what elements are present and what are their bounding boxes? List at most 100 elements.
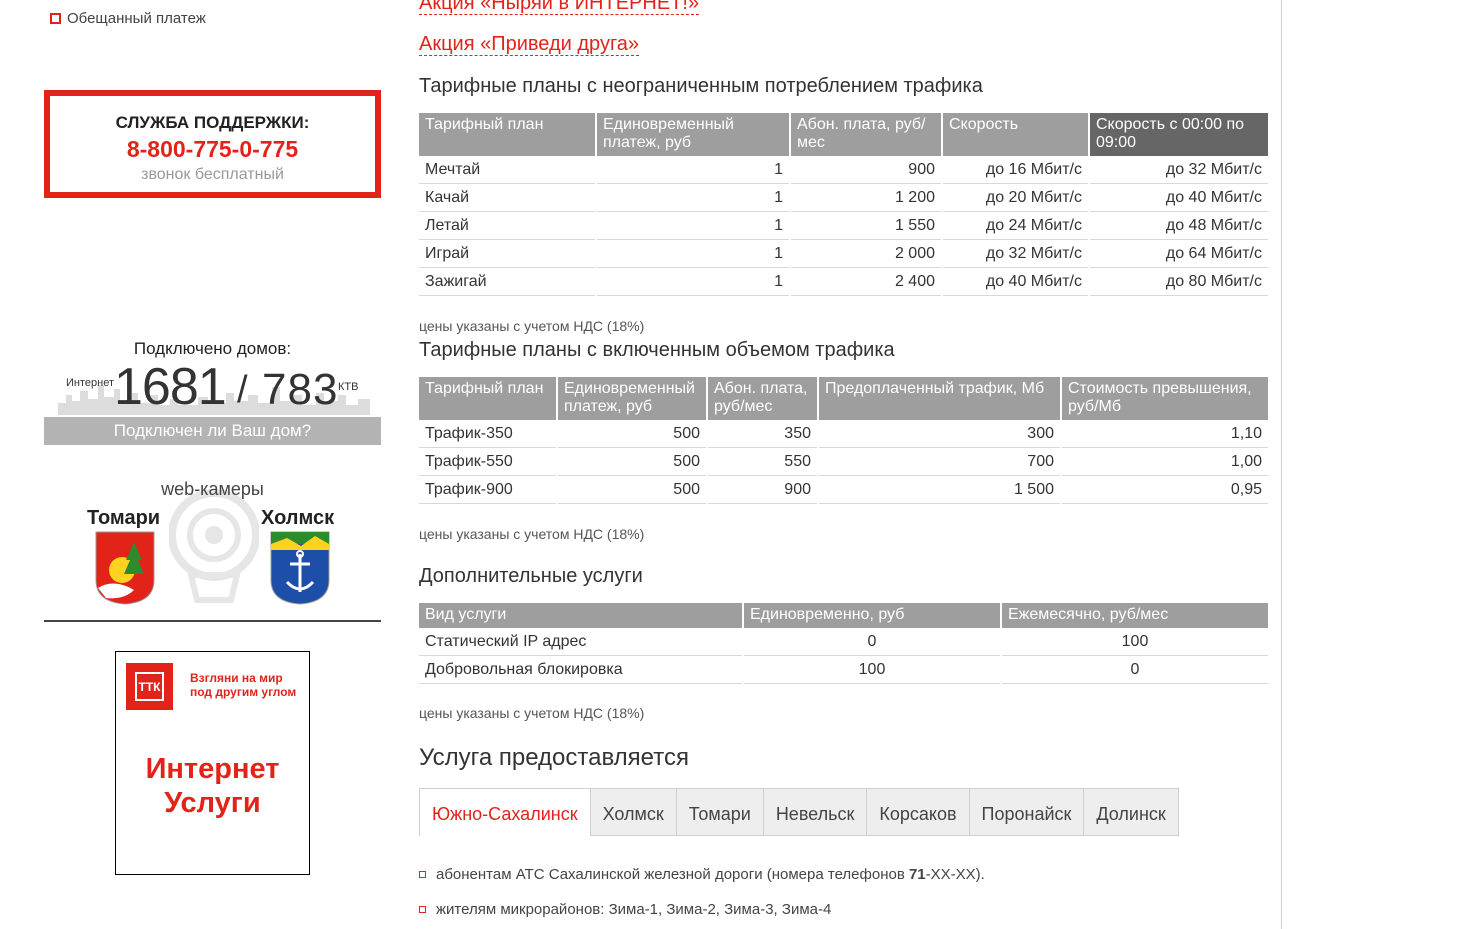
table-cell: Трафик-550 — [419, 447, 558, 476]
table-cell: 1 — [596, 183, 791, 212]
col-header: Абон. плата, руб/мес — [707, 377, 819, 420]
table-cell: до 48 Мбит/с — [1089, 211, 1268, 240]
table-cell: 2 000 — [790, 239, 943, 268]
support-phone[interactable]: 8-800-775-0-775 — [50, 136, 375, 163]
table-cell: до 80 Мбит/с — [1089, 267, 1268, 296]
webcams-widget: web-камеры Томари Холмск — [44, 475, 381, 622]
tab-nevelsk[interactable]: Невельск — [763, 788, 868, 836]
col-header: Тарифный план — [419, 113, 597, 156]
table-cell: 1 200 — [790, 183, 943, 212]
table-cell: 100 — [743, 655, 1002, 684]
webcam-city-kholmsk[interactable]: Холмск — [261, 507, 334, 530]
table-cell: до 40 Мбит/с — [1089, 183, 1268, 212]
promo-refer-friend-link[interactable]: Акция «Приведи друга» — [419, 33, 640, 56]
vat-note: цены указаны с учетом НДС (18%) — [419, 526, 645, 542]
list-item: абонентам АТС Сахалинской железной дорог… — [419, 866, 985, 883]
col-header: Тарифный план — [419, 377, 558, 420]
table-row: Мечтай 1 900 до 16 Мбит/с до 32 Мбит/с — [419, 156, 1268, 184]
table-cell: Трафик-900 — [419, 475, 558, 504]
volume-plans-title: Тарифные планы с включенным объемом траф… — [419, 339, 895, 361]
unlimited-plans-table: Тарифный план Единовременный платеж, руб… — [419, 113, 1268, 296]
table-cell: 550 — [707, 447, 819, 476]
table-cell: Зажигай — [419, 267, 597, 296]
promo-dive-link[interactable]: Акция «Ныряй в ИНТЕРНЕТ!» — [419, 0, 700, 15]
table-row: Зажигай 1 2 400 до 40 Мбит/с до 80 Мбит/… — [419, 267, 1268, 296]
table-cell: 500 — [557, 475, 708, 504]
col-header: Предоплаченный трафик, Мб — [818, 377, 1062, 420]
bullet-square-icon — [419, 871, 426, 878]
table-cell: 100 — [1001, 628, 1268, 656]
table-row: Трафик-350 500 350 300 1,10 — [419, 420, 1268, 448]
check-house-button[interactable]: Подключен ли Ваш дом? — [44, 417, 381, 445]
table-row: Статический IP адрес 0 100 — [419, 628, 1268, 656]
unlimited-plans-title: Тарифные планы с неограниченным потребле… — [419, 75, 983, 97]
table-cell: 1 — [596, 267, 791, 296]
kholmsk-crest-icon[interactable] — [269, 530, 331, 606]
ttk-headline: Интернет Услуги — [116, 752, 309, 820]
table-row: Трафик-900 500 900 1 500 0,95 — [419, 475, 1268, 504]
col-header: Скорость с 00:00 по 09:00 — [1089, 113, 1268, 156]
ttk-ad-banner[interactable]: ТТК Взгляни на мир под другим углом Инте… — [115, 651, 310, 875]
tab-yuzhno-sakhalinsk[interactable]: Южно-Сахалинск — [419, 788, 591, 836]
tab-dolinsk[interactable]: Долинск — [1084, 788, 1179, 836]
table-cell: 300 — [818, 420, 1062, 448]
table-cell: до 20 Мбит/с — [942, 183, 1090, 212]
table-cell: 0 — [1001, 655, 1268, 684]
ttk-logo-icon: ТТК — [126, 663, 173, 710]
tab-tomari[interactable]: Томари — [676, 788, 764, 836]
table-cell: 1,10 — [1061, 420, 1268, 448]
homes-title: Подключено домов: — [133, 339, 292, 358]
support-title: СЛУЖБА ПОДДЕРЖКИ: — [115, 113, 310, 132]
table-cell: 0,95 — [1061, 475, 1268, 504]
table-cell: Статический IP адрес — [419, 628, 744, 656]
table-cell: до 40 Мбит/с — [942, 267, 1090, 296]
table-cell: 1 550 — [790, 211, 943, 240]
table-cell: 1 — [596, 239, 791, 268]
table-cell: 1 500 — [818, 475, 1062, 504]
ktv-label: КТВ — [338, 381, 359, 393]
vat-note: цены указаны с учетом НДС (18%) — [419, 318, 645, 334]
list-item: жителям микрорайонов: Зима-1, Зима-2, Зи… — [419, 901, 831, 918]
table-cell: 700 — [818, 447, 1062, 476]
col-header: Скорость — [942, 113, 1090, 156]
table-cell: 500 — [557, 447, 708, 476]
promised-payment-link[interactable]: Обещанный платеж — [50, 10, 206, 27]
col-header: Единовременный платеж, руб — [557, 377, 708, 420]
extra-services-title: Дополнительные услуги — [419, 565, 643, 587]
promised-payment-label: Обещанный платеж — [67, 10, 206, 27]
table-cell: 1,00 — [1061, 447, 1268, 476]
table-cell: Качай — [419, 183, 597, 212]
vat-note: цены указаны с учетом НДС (18%) — [419, 705, 645, 721]
table-cell: Летай — [419, 211, 597, 240]
table-cell: 900 — [790, 156, 943, 184]
ttk-slogan: Взгляни на мир под другим углом — [190, 671, 296, 699]
ttk-headline-line1: Интернет — [145, 753, 280, 785]
table-row: Добровольная блокировка 100 0 — [419, 655, 1268, 684]
table-row: Летай 1 1 550 до 24 Мбит/с до 48 Мбит/с — [419, 211, 1268, 240]
table-cell: до 24 Мбит/с — [942, 211, 1090, 240]
volume-plans-table: Тарифный план Единовременный платеж, руб… — [419, 377, 1268, 504]
webcam-city-tomari[interactable]: Томари — [87, 507, 160, 530]
col-header: Единовременно, руб — [743, 603, 1002, 628]
tab-kholmsk[interactable]: Холмск — [590, 788, 677, 836]
table-cell: 350 — [707, 420, 819, 448]
bullet-square-icon — [50, 13, 61, 24]
table-cell: до 16 Мбит/с — [942, 156, 1090, 184]
support-box: СЛУЖБА ПОДДЕРЖКИ: 8-800-775-0-775 звонок… — [44, 90, 381, 198]
count-separator: / — [237, 369, 248, 411]
tomari-crest-icon[interactable] — [94, 530, 156, 606]
col-header: Стоимость превышения, руб/Мб — [1061, 377, 1268, 420]
table-cell: Добровольная блокировка — [419, 655, 744, 684]
table-cell: Трафик-350 — [419, 420, 558, 448]
availability-title: Услуга предоставляется — [419, 744, 689, 771]
tab-poronaysk[interactable]: Поронайск — [969, 788, 1085, 836]
internet-count: 1681 — [114, 358, 227, 416]
table-cell: Мечтай — [419, 156, 597, 184]
tab-korsakov[interactable]: Корсаков — [867, 788, 970, 836]
col-header: Абон. плата, руб/мес — [790, 113, 943, 156]
webcams-title: web-камеры — [161, 479, 264, 499]
table-row: Качай 1 1 200 до 20 Мбит/с до 40 Мбит/с — [419, 183, 1268, 212]
connected-homes-widget: Подключено домов: Интернет 1681 / 783 КТ… — [44, 337, 381, 445]
col-header: Вид услуги — [419, 603, 744, 628]
ktv-count: 783 — [262, 365, 339, 414]
